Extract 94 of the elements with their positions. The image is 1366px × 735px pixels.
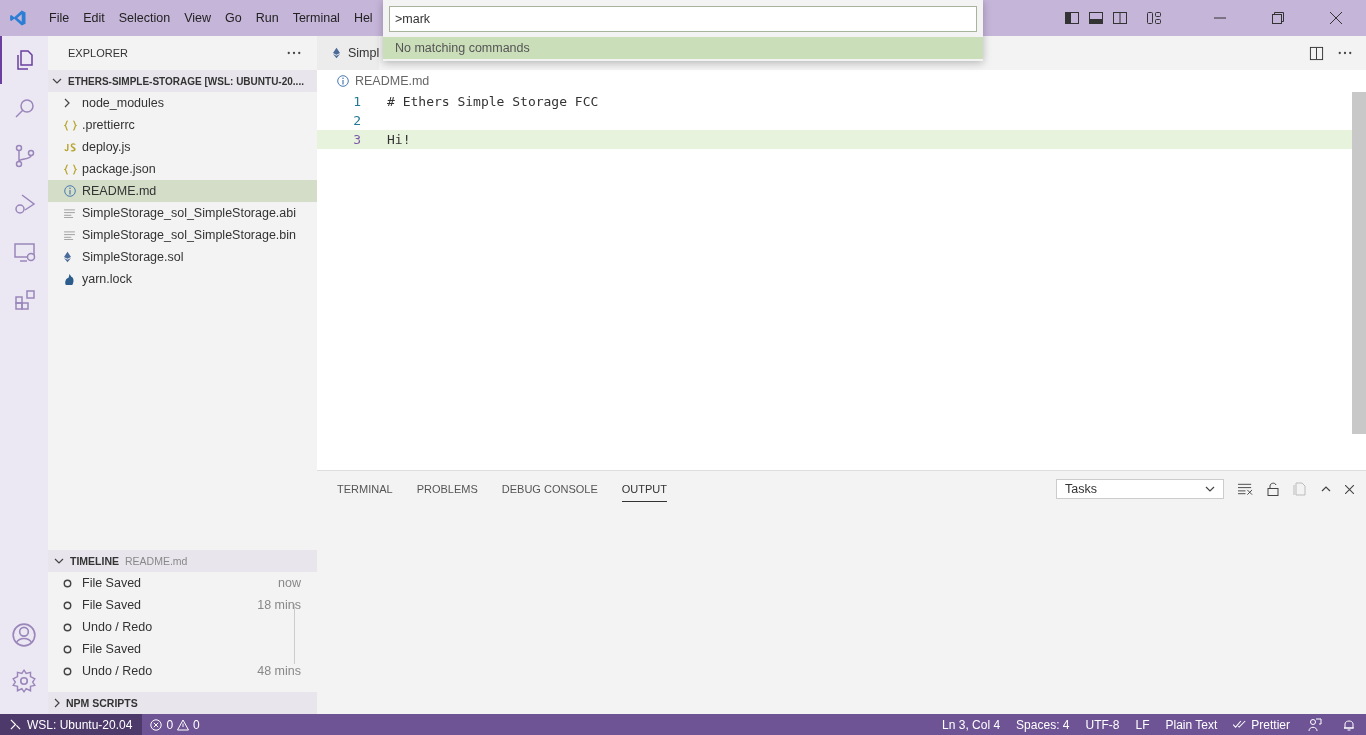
circle-icon [63,600,72,610]
remote-explorer-icon [13,240,37,264]
explorer-entry[interactable]: package.json [48,158,317,180]
info-icon [64,185,76,197]
account-icon[interactable] [11,622,37,648]
explorer-entry[interactable]: README.md [48,180,317,202]
more-actions-icon[interactable] [1338,51,1352,55]
info-icon [337,75,349,87]
menu-item[interactable]: Hel [346,11,380,25]
line-number: 2 [352,113,362,128]
warning-icon [177,718,190,731]
toggle-sidebar-icon[interactable] [1064,10,1080,26]
code-line: # Ethers Simple Storage FCC [387,94,599,109]
circle-icon [63,644,72,654]
notifications-icon[interactable] [1342,717,1356,732]
explorer-entry[interactable]: SimpleStorage.sol [48,246,317,268]
chevron-down-icon [1205,486,1215,492]
line-number: 3 [352,132,362,147]
command-input[interactable]: >mark [389,6,977,32]
more-actions-icon[interactable] [287,51,301,55]
circle-icon [63,578,72,588]
circle-icon [63,666,72,676]
error-icon [150,718,163,731]
app-logo-icon [9,9,27,27]
unlock-icon[interactable] [1267,482,1279,496]
double-check-icon [1233,720,1248,729]
explorer-title: EXPLORER [68,47,128,59]
feedback-icon[interactable] [1308,717,1322,732]
chevron-up-icon[interactable] [1321,486,1331,492]
status-item[interactable]: Spaces: 4 [1008,717,1078,732]
status-item[interactable]: Ln 3, Col 4 [934,717,1009,732]
settings-icon[interactable] [11,668,37,694]
braces-icon [64,163,77,175]
breadcrumb[interactable]: README.md [317,70,1366,92]
timeline-item[interactable]: File Saved [48,638,317,660]
diamond-icon [333,47,340,59]
split-editor-icon[interactable] [1309,45,1324,61]
explorer-entry[interactable]: node_modules [48,92,317,114]
text-file-icon [64,208,75,218]
explorer-entry[interactable]: SimpleStorage_sol_SimpleStorage.abi [48,202,317,224]
extensions-icon [13,288,37,312]
close-icon[interactable] [1345,484,1354,494]
problems-indicator[interactable]: 0 0 [142,717,208,732]
menu-item[interactable]: Run [248,11,286,25]
explorer-entry[interactable]: SimpleStorage_sol_SimpleStorage.bin [48,224,317,246]
status-item[interactable]: LF [1127,717,1158,732]
text-file-icon [64,230,75,240]
diamond-icon [64,251,71,263]
code-line: Hi! [387,132,411,147]
explorer-entry[interactable]: .prettierrc [48,114,317,136]
npm-scripts-header[interactable]: NPM SCRIPTS [48,692,317,714]
timeline-item[interactable]: Undo / Redo [48,616,317,638]
close-icon[interactable] [1330,12,1342,24]
toggle-panel-icon[interactable] [1088,10,1104,26]
explorer-entry[interactable]: deploy.js [48,136,317,158]
explorer-entry[interactable]: yarn.lock [48,268,317,290]
status-item[interactable]: UTF-8 [1077,717,1128,732]
chevron-down-icon [54,558,64,564]
split-layout-icon[interactable] [1112,10,1128,26]
remote-indicator[interactable]: WSL: Ubuntu-20.04 [0,714,143,735]
panel-tab[interactable]: TERMINAL [337,476,393,502]
timeline-header[interactable]: TIMELINE README.md [48,550,317,572]
search-icon [13,96,37,120]
run-debug-icon [13,192,37,216]
timeline-item[interactable]: File Saved 18 mins [48,594,317,616]
circle-icon [63,622,72,632]
line-number: 1 [352,94,362,109]
output-channel-dropdown[interactable]: Tasks [1056,479,1224,499]
timeline-item[interactable]: Undo / Redo 48 mins [48,660,317,682]
clear-output-icon[interactable] [1238,483,1253,495]
formatter-status[interactable]: Prettier [1225,717,1298,732]
panel-tab[interactable]: DEBUG CONSOLE [501,476,598,502]
panel-tab[interactable]: PROBLEMS [416,476,478,502]
menu-item[interactable]: Terminal [285,11,347,25]
scrollbar[interactable] [1352,92,1366,434]
js-file-icon [64,142,77,152]
menu-item[interactable]: Go [218,11,249,25]
chevron-down-icon [52,78,62,84]
timeline-item[interactable]: File Saved now [48,572,317,594]
restore-icon[interactable] [1272,12,1284,24]
chevron-right-icon [54,698,60,708]
menu-item[interactable]: Edit [76,11,112,25]
braces-icon [64,119,77,131]
editor-tab[interactable]: Simpl [317,36,380,70]
menu-item[interactable]: File [42,11,77,25]
layout-icon[interactable] [1146,10,1162,26]
menu-item[interactable]: Selection [111,11,178,25]
folder-header[interactable]: ETHERS-SIMPLE-STORAGE [WSL: UBUNTU-20.... [48,70,317,92]
status-item[interactable]: Plain Text [1157,717,1226,732]
menu-item[interactable]: View [177,11,218,25]
source-control-icon [13,144,37,168]
panel-tab[interactable]: OUTPUT [621,476,667,502]
no-results-message: No matching commands [383,37,983,59]
chevron-right-icon [64,98,70,108]
